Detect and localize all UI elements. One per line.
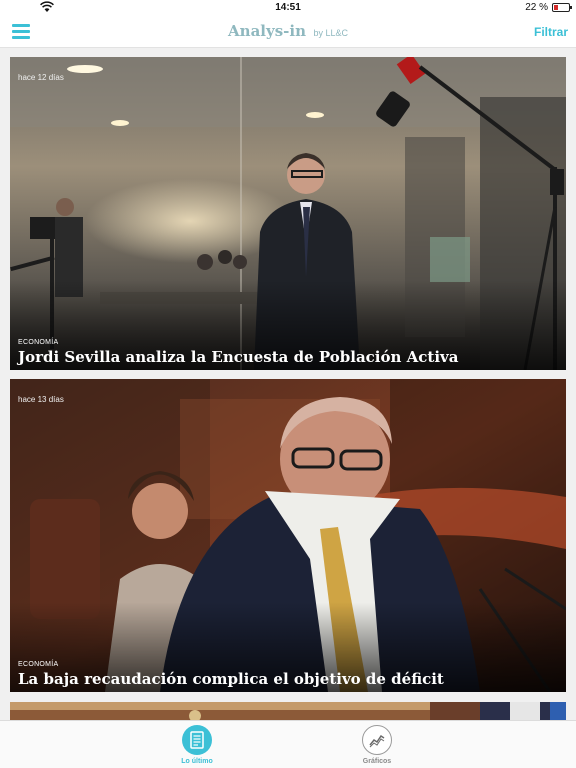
article-photo [10,702,566,720]
brand-name: Analys-in [228,22,306,40]
battery-icon [552,3,572,12]
article-card[interactable] [10,702,566,720]
navigation-bar: Analys-in by LL&C Filtrar [0,16,576,48]
status-bar: 14:51 22 % [0,0,576,16]
status-time: 14:51 [275,2,301,13]
article-headline[interactable]: Jordi Sevilla analiza la Encuesta de Pob… [18,348,458,366]
line-chart-icon [362,725,392,755]
article-age: hace 13 días [18,395,64,404]
tab-bar: Lo último Gráficos [0,720,576,768]
app-logo: Analys-in by LL&C [0,22,576,41]
tab-charts[interactable]: Gráficos [337,725,417,765]
tab-label: Gráficos [362,758,392,765]
article-card[interactable]: hace 12 días ECONOMÍA Jordi Sevilla anal… [10,57,566,370]
article-category: ECONOMÍA [18,339,59,346]
article-card[interactable]: hace 13 días ECONOMÍA La baja recaudació… [10,379,566,692]
battery-percent: 22 % [525,2,548,13]
tab-latest[interactable]: Lo último [157,725,237,765]
tab-label: Lo último [181,758,213,765]
article-age: hace 12 días [18,73,64,82]
filter-button[interactable]: Filtrar [534,25,568,39]
article-category: ECONOMÍA [18,661,59,668]
article-headline[interactable]: La baja recaudación complica el objetivo… [18,670,444,688]
news-document-icon [182,725,212,755]
article-feed[interactable]: hace 12 días ECONOMÍA Jordi Sevilla anal… [0,48,576,720]
brand-byline: by LL&C [313,28,348,38]
